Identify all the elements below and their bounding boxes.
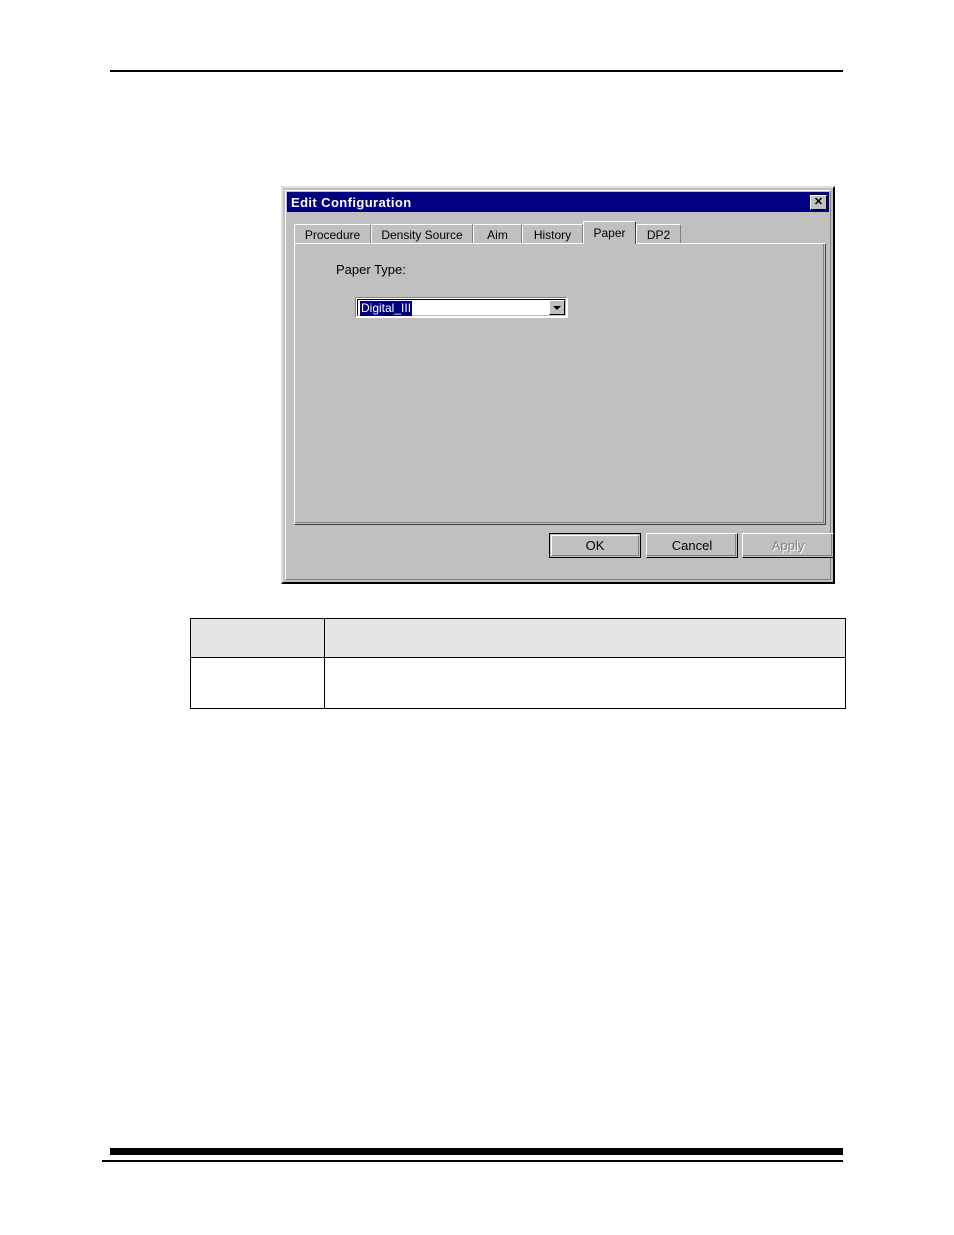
tab-label: Aim bbox=[487, 227, 508, 242]
table-header-row bbox=[190, 618, 846, 658]
figure-caption-table bbox=[190, 618, 846, 709]
tab-aim[interactable]: Aim bbox=[473, 224, 522, 244]
tab-label: DP2 bbox=[646, 227, 671, 242]
ok-button-label: OK bbox=[585, 538, 605, 553]
dialog-title: Edit Configuration bbox=[291, 194, 412, 210]
tab-panel-bevel bbox=[295, 244, 824, 523]
tab-label: History bbox=[533, 227, 572, 242]
table-header-cell bbox=[190, 618, 325, 658]
tab-paper[interactable]: Paper bbox=[583, 221, 636, 244]
tab-procedure[interactable]: Procedure bbox=[294, 224, 371, 244]
edit-configuration-dialog: Edit Configuration ✕ Procedure Density S… bbox=[281, 186, 835, 584]
paper-type-combobox[interactable]: Digital_III bbox=[355, 297, 568, 318]
table-body bbox=[190, 657, 846, 709]
tab-strip: Procedure Density Source Aim History Pap… bbox=[294, 221, 826, 244]
tab-label: Paper bbox=[593, 226, 626, 240]
table-header-cell bbox=[324, 618, 846, 658]
chevron-down-glyph bbox=[553, 305, 561, 310]
apply-button[interactable]: Apply bbox=[742, 533, 834, 558]
ok-button[interactable]: OK bbox=[549, 533, 641, 558]
paper-type-label: Paper Type: bbox=[336, 262, 406, 277]
table-row bbox=[190, 657, 846, 709]
tab-density-source[interactable]: Density Source bbox=[371, 224, 473, 244]
paper-type-value: Digital_III bbox=[360, 301, 413, 316]
tab-panel-paper: Paper Type: Digital_III bbox=[294, 243, 826, 525]
table-head bbox=[190, 618, 846, 658]
tab-label: Density Source bbox=[381, 227, 463, 242]
cancel-button[interactable]: Cancel bbox=[646, 533, 738, 558]
tab-history[interactable]: History bbox=[522, 224, 583, 244]
chevron-down-icon[interactable] bbox=[549, 300, 565, 315]
page-footer-bar bbox=[110, 1148, 843, 1155]
close-icon[interactable]: ✕ bbox=[810, 194, 827, 210]
cancel-button-label: Cancel bbox=[671, 538, 713, 553]
page-footer-rule bbox=[102, 1160, 843, 1162]
table-cell bbox=[324, 657, 846, 709]
page-header-rule bbox=[110, 70, 843, 72]
tab-label: Procedure bbox=[304, 227, 361, 242]
table-cell bbox=[190, 657, 325, 709]
tab-dp2[interactable]: DP2 bbox=[636, 224, 681, 244]
dialog-title-bar: Edit Configuration ✕ bbox=[287, 192, 829, 212]
apply-button-label: Apply bbox=[771, 538, 805, 553]
paper-type-combobox-field[interactable]: Digital_III bbox=[357, 299, 566, 316]
